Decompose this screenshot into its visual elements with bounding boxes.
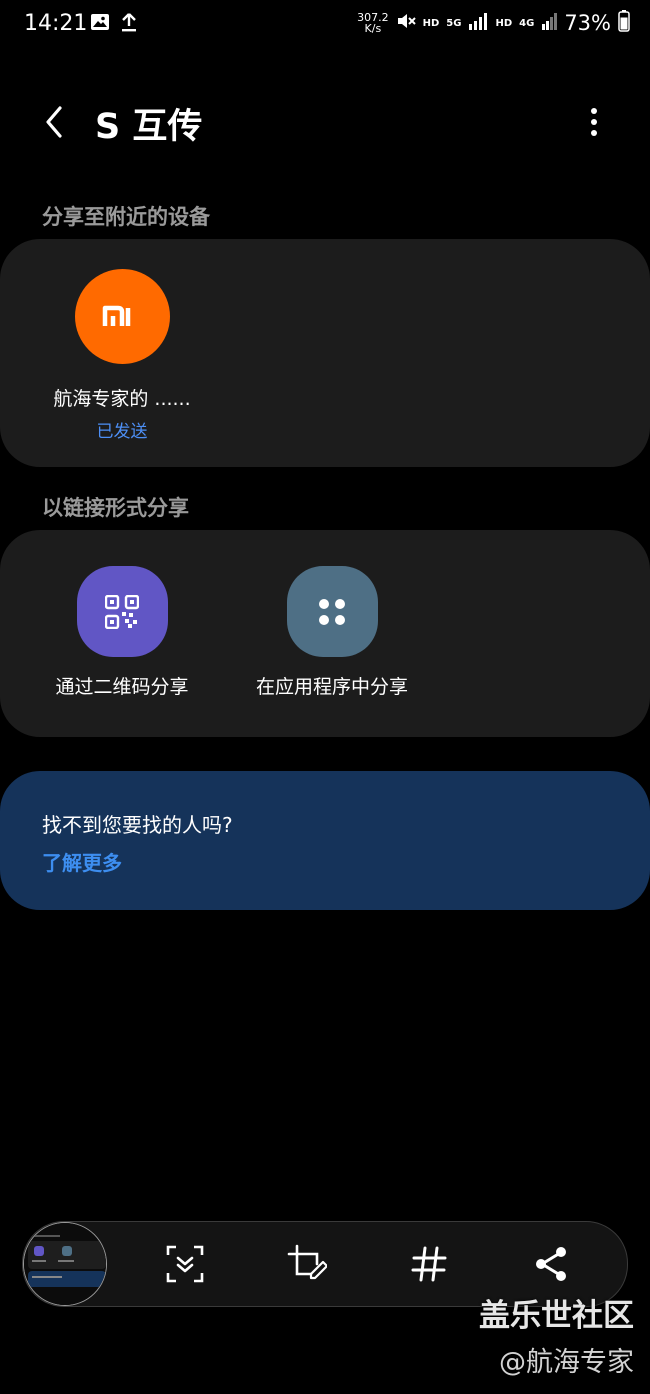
learn-more-link[interactable]: 了解更多 xyxy=(42,847,122,876)
share-in-app-label: 在应用程序中分享 xyxy=(255,676,408,698)
watermark-site: 盖乐世社区 xyxy=(479,1298,634,1334)
xiaomi-logo-icon xyxy=(74,269,170,364)
status-left-icons xyxy=(90,12,138,36)
scroll-capture-icon xyxy=(166,1245,204,1283)
back-arrow-icon xyxy=(46,106,62,138)
nearby-device[interactable]: 航海专家的 ...... 已发送 xyxy=(38,269,206,442)
link-share-section-label: 以链接形式分享 xyxy=(42,496,189,520)
share-via-qr-code-option[interactable]: 通过二维码分享 xyxy=(42,566,202,699)
status-right-icons: 307.2 K/s HD 5G HD 4G 73% xyxy=(357,10,630,36)
device-name: 航海专家的 ...... xyxy=(53,388,191,410)
share-button[interactable] xyxy=(531,1244,571,1284)
share-via-qr-label: 通过二维码分享 xyxy=(55,676,189,698)
gallery-icon xyxy=(90,13,110,35)
watermark-author: @航海专家 xyxy=(499,1347,634,1378)
nearby-section-label: 分享至附近的设备 xyxy=(42,205,210,229)
mute-icon xyxy=(396,11,416,35)
screenshot-thumbnail[interactable] xyxy=(23,1222,107,1306)
qr-code-icon xyxy=(76,566,168,657)
page-title: S 互传 xyxy=(95,107,203,147)
signal-icon xyxy=(541,12,558,34)
device-status: 已发送 xyxy=(96,422,148,442)
net-speed-unit: K/s xyxy=(364,22,382,35)
more-options-button[interactable] xyxy=(576,104,612,140)
apps-icon xyxy=(286,566,378,657)
link-share-card: 通过二维码分享 在应用程序中分享 xyxy=(0,530,650,737)
hd-label-1: HD xyxy=(422,17,440,29)
app-header: S 互传 xyxy=(0,90,650,154)
share-icon xyxy=(536,1247,566,1281)
back-button[interactable] xyxy=(36,102,76,142)
battery-icon xyxy=(618,10,630,36)
signal-icon xyxy=(468,12,488,34)
nearby-devices-card: 航海专家的 ...... 已发送 xyxy=(0,239,650,467)
share-in-app-option[interactable]: 在应用程序中分享 xyxy=(246,566,418,699)
crop-edit-icon xyxy=(287,1244,327,1280)
help-title: 找不到您要找的人吗? xyxy=(42,813,233,837)
hashtag-button[interactable] xyxy=(409,1244,449,1284)
network-5g-label: 5G xyxy=(446,17,462,29)
more-vertical-icon xyxy=(591,108,597,136)
hashtag-icon xyxy=(411,1246,447,1282)
hd-label-2: HD xyxy=(495,17,513,29)
scroll-capture-button[interactable] xyxy=(165,1244,205,1284)
upload-icon xyxy=(120,12,138,36)
battery-percent: 73% xyxy=(564,11,611,35)
status-time: 14:21 xyxy=(24,11,88,36)
help-card: 找不到您要找的人吗? 了解更多 xyxy=(0,771,650,910)
network-4g-label: 4G xyxy=(519,17,535,29)
network-speed: 307.2 K/s xyxy=(357,12,389,34)
status-bar: 14:21 307.2 K/s HD 5G HD 4G 73% xyxy=(0,0,650,50)
crop-edit-button[interactable] xyxy=(287,1244,327,1284)
